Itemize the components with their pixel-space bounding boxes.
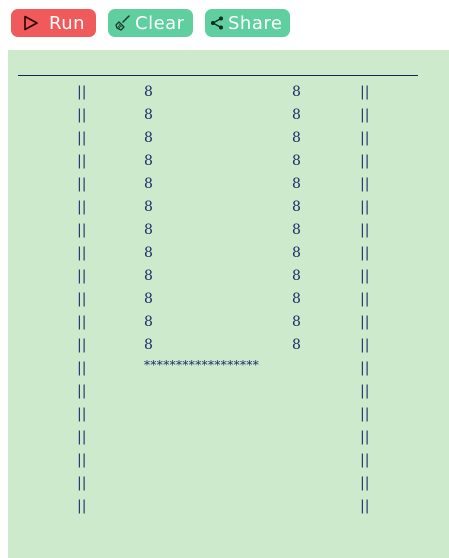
inner-left-glyph: 8: [144, 176, 153, 192]
left-wall-glyph: ||: [77, 84, 87, 100]
inner-left-glyph: 8: [144, 314, 153, 330]
inner-left-glyph: 8: [144, 268, 153, 284]
inner-left-glyph: 8: [144, 199, 153, 215]
right-wall-glyph: ||: [360, 268, 370, 284]
inner-right-glyph: 8: [292, 314, 301, 330]
right-wall-glyph: ||: [360, 199, 370, 215]
inner-right-glyph: 8: [292, 245, 301, 261]
inner-right-glyph: 8: [292, 222, 301, 238]
right-wall-glyph: ||: [360, 452, 370, 468]
inner-left-glyph: 8: [144, 245, 153, 261]
inner-right-glyph: 8: [292, 291, 301, 307]
right-wall-glyph: ||: [360, 337, 370, 353]
inner-left-glyph: 8: [144, 130, 153, 146]
right-wall-glyph: ||: [360, 107, 370, 123]
inner-right-glyph: 8: [292, 176, 301, 192]
right-wall-glyph: ||: [360, 383, 370, 399]
share-button[interactable]: Share: [205, 9, 290, 37]
left-wall-glyph: ||: [77, 245, 87, 261]
left-wall-glyph: ||: [77, 498, 87, 514]
right-wall-glyph: ||: [360, 130, 370, 146]
inner-right-glyph: 8: [292, 199, 301, 215]
right-wall-glyph: ||: [360, 245, 370, 261]
inner-right-glyph: 8: [292, 268, 301, 284]
inner-right-glyph: 8: [292, 107, 301, 123]
output-top-rule: [18, 75, 418, 76]
right-wall-glyph: ||: [360, 291, 370, 307]
run-label: Run: [49, 12, 86, 34]
right-wall-glyph: ||: [360, 176, 370, 192]
left-wall-glyph: ||: [77, 222, 87, 238]
left-wall-glyph: ||: [77, 360, 87, 376]
left-wall-glyph: ||: [77, 429, 87, 445]
left-wall-glyph: ||: [77, 199, 87, 215]
right-wall-glyph: ||: [360, 153, 370, 169]
share-label: Share: [228, 12, 283, 34]
stars-line: ******************: [144, 358, 260, 372]
right-wall-glyph: ||: [360, 222, 370, 238]
inner-left-glyph: 8: [144, 84, 153, 100]
inner-left-glyph: 8: [144, 291, 153, 307]
left-wall-glyph: ||: [77, 452, 87, 468]
left-wall-glyph: ||: [77, 107, 87, 123]
left-wall-glyph: ||: [77, 176, 87, 192]
inner-right-glyph: 8: [292, 84, 301, 100]
right-wall-glyph: ||: [360, 429, 370, 445]
right-wall-glyph: ||: [360, 314, 370, 330]
left-wall-glyph: ||: [77, 337, 87, 353]
broom-icon: [114, 14, 132, 32]
right-wall-glyph: ||: [360, 84, 370, 100]
output-panel: || || || || || || || || || || || || || || || || || || || 8…: [8, 50, 449, 558]
inner-left-glyph: 8: [144, 222, 153, 238]
clear-button[interactable]: Clear: [108, 9, 193, 37]
play-icon: [23, 15, 39, 31]
left-wall-glyph: ||: [77, 291, 87, 307]
left-wall-glyph: ||: [77, 153, 87, 169]
right-wall-glyph: ||: [360, 406, 370, 422]
inner-right-glyph: 8: [292, 130, 301, 146]
inner-left-glyph: 8: [144, 153, 153, 169]
inner-right-glyph: 8: [292, 337, 301, 353]
right-wall-glyph: ||: [360, 498, 370, 514]
right-wall-glyph: ||: [360, 475, 370, 491]
toolbar: Run Clear Share: [0, 0, 449, 46]
run-button[interactable]: Run: [11, 9, 96, 37]
left-wall-glyph: ||: [77, 130, 87, 146]
left-wall-glyph: ||: [77, 314, 87, 330]
share-icon: [209, 15, 225, 31]
left-wall-glyph: ||: [77, 475, 87, 491]
inner-left-glyph: 8: [144, 337, 153, 353]
right-wall-glyph: ||: [360, 360, 370, 376]
clear-label: Clear: [135, 12, 185, 34]
left-wall-glyph: ||: [77, 383, 87, 399]
left-wall-glyph: ||: [77, 268, 87, 284]
inner-right-glyph: 8: [292, 153, 301, 169]
inner-left-glyph: 8: [144, 107, 153, 123]
left-wall-glyph: ||: [77, 406, 87, 422]
